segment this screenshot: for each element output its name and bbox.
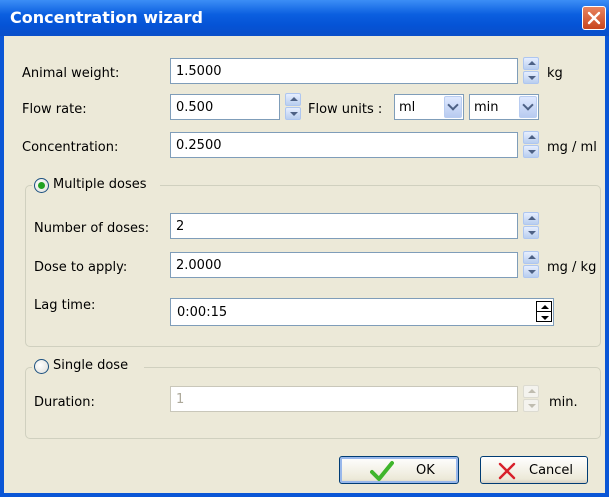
multiple-doses-label: Multiple doses (53, 177, 147, 192)
spin-down-button[interactable] (523, 71, 539, 84)
time-unit-select[interactable]: min (469, 94, 539, 120)
duration-label: Duration: (34, 395, 95, 410)
flow-rate-spinner[interactable] (285, 93, 301, 121)
cancel-button[interactable]: Cancel (480, 456, 588, 484)
dose-to-apply-spinner[interactable] (523, 251, 539, 279)
checkmark-icon (370, 461, 394, 481)
duration-spinner[interactable] (523, 385, 539, 413)
spin-up-button[interactable] (523, 385, 539, 398)
ok-button-label: OK (416, 463, 435, 478)
volume-unit-select[interactable]: ml (394, 94, 464, 120)
cancel-button-label: Cancel (529, 463, 574, 478)
spin-down-button[interactable] (523, 226, 539, 239)
single-dose-option[interactable]: Single dose (32, 358, 144, 376)
flow-rate-label: Flow rate: (22, 102, 87, 117)
multiple-doses-option[interactable]: Multiple doses (32, 177, 160, 195)
dose-to-apply-input[interactable]: 2.0000 (170, 252, 518, 278)
concentration-unit: mg / ml (547, 140, 597, 155)
animal-weight-input[interactable]: 1.5000 (170, 58, 518, 84)
single-dose-label: Single dose (53, 358, 129, 373)
dialog-window: Concentration wizard Animal weight: 1.50… (0, 0, 609, 497)
spin-down-button[interactable] (523, 265, 539, 278)
lag-time-label: Lag time: (34, 298, 96, 313)
number-of-doses-label: Number of doses: (34, 221, 150, 236)
chevron-down-icon[interactable] (519, 96, 537, 118)
multiple-doses-radio[interactable] (34, 178, 49, 193)
spin-down-button[interactable] (523, 145, 539, 158)
spin-up-button[interactable] (523, 57, 539, 70)
close-button[interactable] (582, 6, 606, 30)
chevron-down-icon[interactable] (444, 96, 462, 118)
spin-down-button[interactable] (536, 311, 552, 322)
window-title: Concentration wizard (10, 8, 203, 27)
spin-up-button[interactable] (523, 212, 539, 225)
concentration-input[interactable]: 0.2500 (170, 132, 518, 158)
animal-weight-label: Animal weight: (22, 66, 120, 81)
dose-to-apply-unit: mg / kg (547, 260, 597, 275)
spin-up-button[interactable] (523, 251, 539, 264)
number-of-doses-spinner[interactable] (523, 212, 539, 240)
spin-down-button[interactable] (285, 107, 301, 120)
dialog-body: Animal weight: 1.5000 kg Flow rate: 0.50… (4, 36, 605, 493)
number-of-doses-input[interactable]: 2 (170, 213, 518, 239)
duration-input[interactable]: 1 (170, 386, 518, 412)
spin-down-button[interactable] (523, 399, 539, 412)
ok-button[interactable]: OK (339, 456, 459, 484)
spin-up-button[interactable] (523, 131, 539, 144)
animal-weight-unit: kg (547, 66, 563, 81)
concentration-spinner[interactable] (523, 131, 539, 159)
dose-to-apply-label: Dose to apply: (34, 260, 128, 275)
title-bar[interactable]: Concentration wizard (0, 0, 609, 36)
time-unit-value: min (474, 100, 499, 115)
volume-unit-value: ml (399, 100, 416, 115)
close-icon (587, 11, 601, 25)
lag-time-input[interactable]: 0:00:15 (170, 298, 554, 326)
animal-weight-spinner[interactable] (523, 57, 539, 85)
flow-rate-input[interactable]: 0.500 (170, 94, 280, 120)
single-dose-radio[interactable] (34, 359, 49, 374)
x-icon (498, 462, 516, 480)
concentration-label: Concentration: (22, 140, 119, 155)
duration-unit: min. (549, 395, 578, 410)
flow-units-label: Flow units : (308, 102, 383, 117)
spin-up-button[interactable] (285, 93, 301, 106)
lag-time-spinner[interactable] (536, 301, 552, 323)
